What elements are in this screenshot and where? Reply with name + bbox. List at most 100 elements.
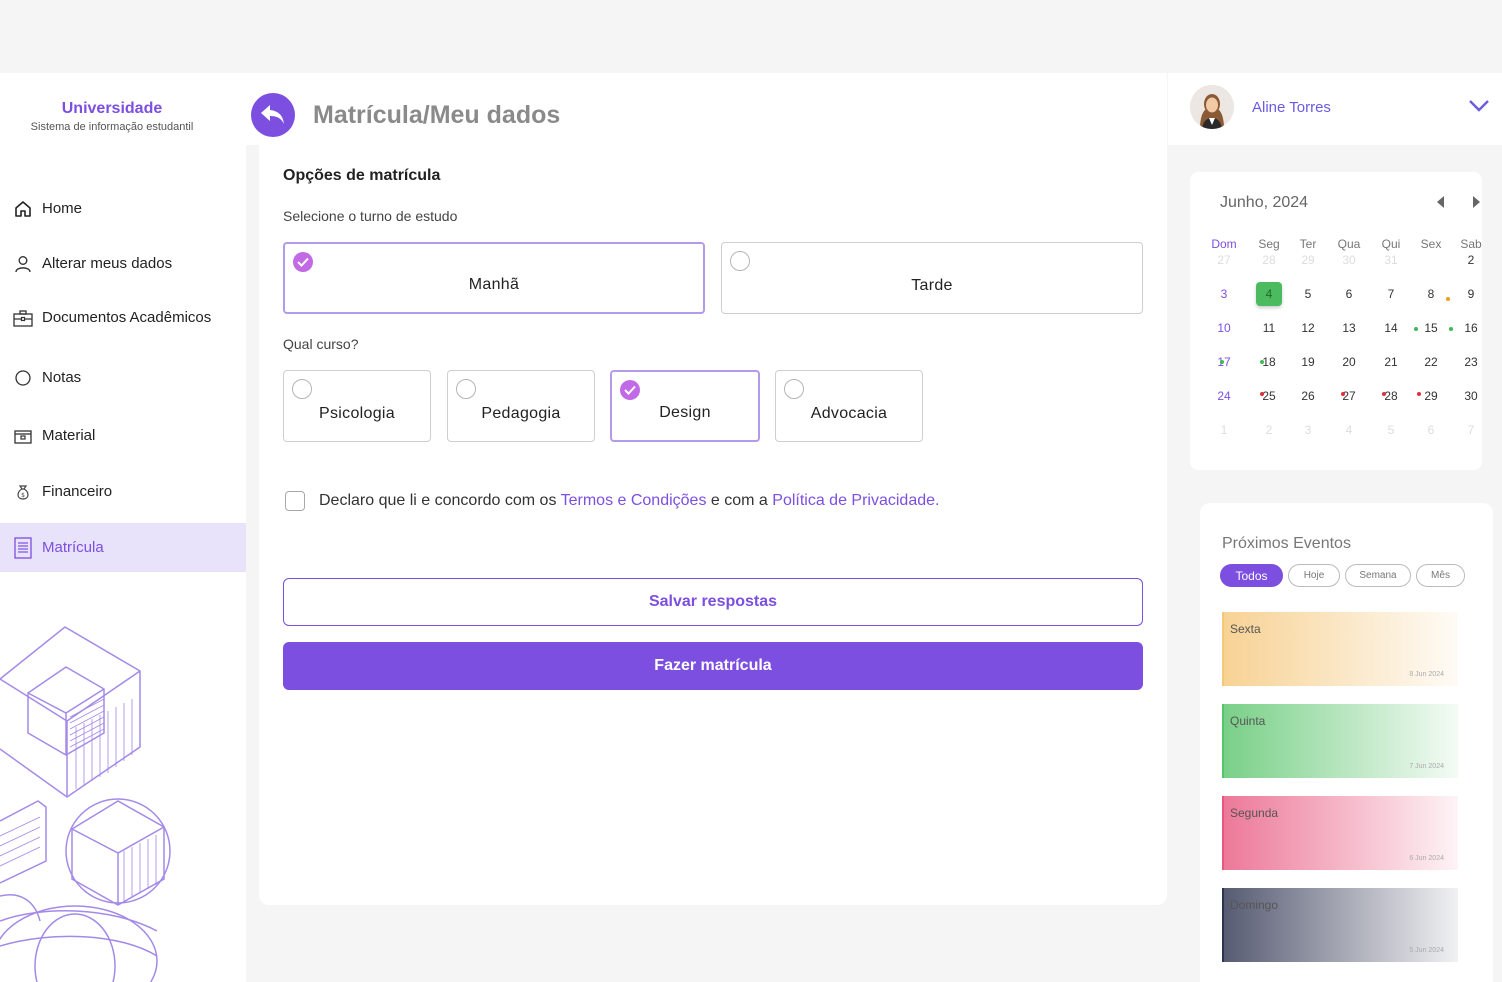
- chevron-down-icon[interactable]: [1468, 99, 1490, 113]
- sidebar-item-notas[interactable]: Notas: [0, 353, 246, 402]
- section-title: Opções de matrícula: [283, 167, 441, 184]
- sidebar-item-home[interactable]: Home: [0, 184, 246, 233]
- course-option-design[interactable]: Design: [610, 370, 760, 442]
- privacy-link[interactable]: Política de Privacidade.: [772, 492, 939, 509]
- sidebar-item-documentos-academicos[interactable]: Documentos Acadêmicos: [0, 293, 246, 342]
- shift-option-manha[interactable]: Manhã: [283, 242, 705, 314]
- terms-prefix: Declaro que li e concordo com os: [319, 492, 561, 509]
- svg-text:$: $: [21, 492, 25, 499]
- sidebar-item-alterar-meus-dados[interactable]: Alterar meus dados: [0, 239, 246, 288]
- course-option-psicologia[interactable]: Psicologia: [283, 370, 431, 442]
- calendar-month-title: Junho, 2024: [1220, 194, 1309, 211]
- home-icon: [12, 198, 34, 220]
- calendar-day[interactable]: 20: [1336, 350, 1362, 374]
- calendar-day[interactable]: 7: [1378, 282, 1404, 306]
- terms-checkbox[interactable]: [285, 491, 305, 511]
- course-option-advocacia[interactable]: Advocacia: [775, 370, 923, 442]
- calendar-day: 7: [1467, 423, 1475, 437]
- calendar-day: 29: [1301, 253, 1315, 267]
- calendar-day[interactable]: 26: [1295, 384, 1321, 408]
- event-card[interactable]: Domingo 5 Jun 2024: [1222, 888, 1458, 962]
- calendar-day[interactable]: 3: [1211, 282, 1237, 306]
- calendar-day: 1: [1220, 423, 1228, 437]
- enrollment-form: Opções de matrícula Selecione o turno de…: [259, 145, 1167, 905]
- user-photo: [1190, 85, 1234, 129]
- event-date: 6 Jun 2024: [1409, 855, 1444, 862]
- page-title: Matrícula/Meu dados: [313, 101, 561, 129]
- sidebar-item-label: Material: [42, 427, 96, 444]
- filter-hoje[interactable]: Hoje: [1288, 564, 1340, 587]
- event-card[interactable]: Sexta 8 Jun 2024: [1222, 612, 1458, 686]
- option-label: Design: [659, 404, 711, 421]
- filter-mes[interactable]: Mês: [1416, 564, 1465, 587]
- calendar-day[interactable]: 29: [1418, 384, 1444, 408]
- previous-month-arrow-icon[interactable]: [1437, 196, 1444, 208]
- course-option-pedagogia[interactable]: Pedagogia: [447, 370, 595, 442]
- event-indicator-dot: [1260, 360, 1264, 364]
- calendar-day[interactable]: 6: [1336, 282, 1362, 306]
- event-card[interactable]: Quinta 7 Jun 2024: [1222, 704, 1458, 778]
- calendar-day: 5: [1387, 423, 1395, 437]
- event-indicator-dot: [1341, 392, 1345, 396]
- calendar-day: 4: [1345, 423, 1353, 437]
- calendar-day[interactable]: 14: [1378, 316, 1404, 340]
- calendar-day[interactable]: 19: [1295, 350, 1321, 374]
- calendar-day[interactable]: 2: [1458, 248, 1484, 272]
- radio-unchecked[interactable]: [730, 251, 750, 271]
- option-label: Manhã: [468, 276, 520, 293]
- calendar-day[interactable]: 8: [1418, 282, 1444, 306]
- calendar-day[interactable]: 10: [1211, 316, 1237, 340]
- filter-semana[interactable]: Semana: [1345, 564, 1411, 587]
- shift-prompt: Selecione o turno de estudo: [283, 208, 458, 224]
- filter-todos[interactable]: Todos: [1220, 564, 1283, 587]
- calendar-day[interactable]: 22: [1418, 350, 1444, 374]
- weekday-header: Sex: [1420, 237, 1442, 251]
- event-date: 5 Jun 2024: [1409, 947, 1444, 954]
- radio-checked[interactable]: [620, 380, 640, 400]
- avatar[interactable]: [1190, 85, 1234, 129]
- calendar-day[interactable]: 15: [1418, 316, 1444, 340]
- calendar-day[interactable]: 21: [1378, 350, 1404, 374]
- back-button[interactable]: [251, 93, 295, 137]
- calendar-day[interactable]: 30: [1458, 384, 1484, 408]
- calendar-day[interactable]: 17: [1211, 350, 1237, 374]
- sidebar-item-label: Alterar meus dados: [42, 255, 173, 272]
- enroll-button[interactable]: Fazer matrícula: [283, 642, 1143, 690]
- shift-option-tarde[interactable]: Tarde: [721, 242, 1143, 314]
- terms-link[interactable]: Termos e Condições: [561, 492, 707, 509]
- user-name[interactable]: Aline Torres: [1252, 99, 1331, 116]
- radio-unchecked[interactable]: [456, 379, 476, 399]
- next-month-arrow-icon[interactable]: [1473, 196, 1480, 208]
- calendar-day[interactable]: 23: [1458, 350, 1484, 374]
- sidebar-item-financeiro[interactable]: $ Financeiro: [0, 467, 246, 516]
- upcoming-events: Próximos Eventos Todos Hoje Semana Mês S…: [1200, 503, 1493, 982]
- sidebar-item-material[interactable]: Material: [0, 411, 246, 460]
- event-indicator-dot: [1260, 392, 1264, 396]
- calendar-day[interactable]: 24: [1211, 384, 1237, 408]
- event-name: Sexta: [1230, 622, 1261, 636]
- calendar-day[interactable]: 5: [1295, 282, 1321, 306]
- radio-unchecked[interactable]: [292, 379, 312, 399]
- calendar-day[interactable]: 28: [1378, 384, 1404, 408]
- calendar-day[interactable]: 11: [1256, 316, 1282, 340]
- calendar-day[interactable]: 25: [1256, 384, 1282, 408]
- isometric-cubes-illustration: [0, 626, 171, 982]
- sidebar-item-matricula[interactable]: Matrícula: [0, 523, 246, 572]
- event-card[interactable]: Segunda 6 Jun 2024: [1222, 796, 1458, 870]
- circle-icon: [12, 367, 34, 389]
- event-name: Segunda: [1230, 806, 1279, 820]
- calendar-day[interactable]: 16: [1458, 316, 1484, 340]
- event-indicator-dot: [1446, 297, 1450, 301]
- event-indicator-dot: [1449, 327, 1453, 331]
- calendar-day[interactable]: 12: [1295, 316, 1321, 340]
- save-answers-button[interactable]: Salvar respostas: [283, 578, 1143, 626]
- radio-unchecked[interactable]: [784, 379, 804, 399]
- calendar-day[interactable]: 27: [1336, 384, 1362, 408]
- events-title: Próximos Eventos: [1222, 535, 1351, 552]
- radio-checked[interactable]: [293, 252, 313, 272]
- calendar-day[interactable]: 13: [1336, 316, 1362, 340]
- calendar-day[interactable]: 9: [1458, 282, 1484, 306]
- calendar-day[interactable]: 4: [1256, 282, 1282, 306]
- calendar: Junho, 2024 Dom Seg Ter Qua Qui Sex Sab 27 28 29 3…: [1190, 172, 1482, 470]
- sidebar-item-label: Home: [42, 200, 83, 217]
